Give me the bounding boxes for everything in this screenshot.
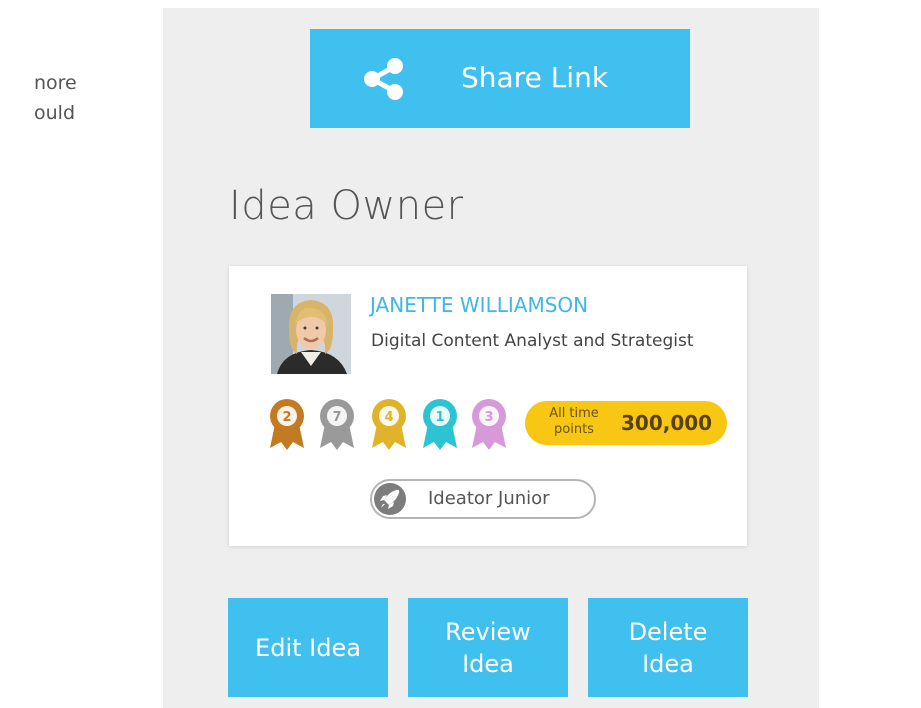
right-margin [819, 0, 921, 708]
all-time-points-badge: All time points 300,000 [525, 401, 727, 445]
share-link-button[interactable]: Share Link [310, 29, 690, 128]
points-caption: All time points [549, 406, 599, 437]
gold-medal-icon: 4 [372, 399, 406, 450]
level-label: Ideator Junior [428, 488, 550, 509]
main-content-pane: nore ould [0, 0, 163, 708]
description-line-2: ould [34, 102, 76, 124]
share-link-label: Share Link [461, 61, 609, 94]
avatar[interactable] [271, 294, 351, 374]
teal-medal-icon: 1 [423, 399, 457, 450]
rocket-icon-circle [374, 483, 406, 515]
bronze-medal-icon: 2 [270, 399, 304, 450]
badge-count: 7 [332, 410, 341, 425]
edit-idea-label: Edit Idea [255, 633, 361, 662]
points-value: 300,000 [621, 411, 713, 435]
pink-medal-icon: 3 [472, 399, 506, 450]
rocket-icon [380, 489, 400, 509]
delete-idea-label: Delete Idea [628, 617, 708, 678]
avatar-photo [271, 294, 351, 374]
idea-owner-heading: Idea Owner [229, 183, 464, 229]
badge-count: 1 [435, 410, 444, 425]
owner-name-link[interactable]: JANETTE WILLIAMSON [370, 292, 588, 318]
edit-idea-button[interactable]: Edit Idea [228, 598, 388, 697]
badge-count: 4 [384, 410, 393, 425]
owner-job-title: Digital Content Analyst and Strategist [371, 331, 694, 351]
top-gap [163, 0, 921, 8]
level-badge: Ideator Junior [370, 479, 596, 519]
delete-idea-button[interactable]: Delete Idea [588, 598, 748, 697]
badge-count: 3 [484, 410, 493, 425]
silver-medal-icon: 7 [320, 399, 354, 450]
review-idea-label: Review Idea [445, 617, 531, 678]
badge-count: 2 [282, 410, 291, 425]
review-idea-button[interactable]: Review Idea [408, 598, 568, 697]
medal-badges: 2 7 4 1 3 [267, 398, 527, 452]
truncated-description-text: nore ould [34, 68, 77, 128]
owner-card: JANETTE WILLIAMSON Digital Content Analy… [229, 266, 747, 546]
description-line-1: nore [34, 72, 77, 94]
share-icon [364, 58, 403, 100]
